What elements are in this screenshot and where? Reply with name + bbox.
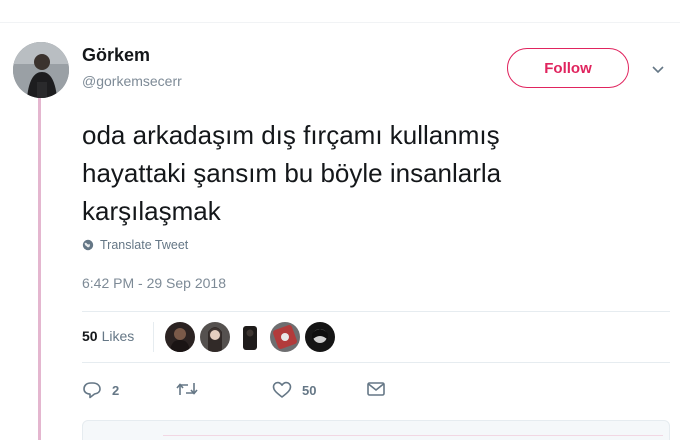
likes-count: 50	[82, 328, 98, 344]
reply-input-box[interactable]	[82, 420, 670, 440]
heart-icon	[272, 381, 292, 398]
avatar[interactable]	[13, 42, 69, 98]
liker-avatar[interactable]	[200, 322, 230, 352]
liker-avatar[interactable]	[235, 322, 265, 352]
follow-button[interactable]: Follow	[507, 48, 629, 88]
stats-top-divider	[82, 311, 670, 312]
reply-icon	[83, 382, 101, 399]
retweet-button[interactable]	[176, 381, 208, 397]
retweet-icon	[176, 383, 198, 395]
like-count: 50	[302, 382, 317, 398]
stats-bottom-divider	[82, 362, 670, 363]
reply-button[interactable]: 2	[82, 381, 119, 399]
translate-tweet-link[interactable]: Translate Tweet	[82, 238, 188, 252]
like-button[interactable]: 50	[272, 381, 316, 399]
stats-separator	[153, 322, 154, 352]
tweet-text: oda arkadaşım dış fırçamı kullanmış haya…	[82, 120, 502, 226]
display-name[interactable]: Görkem	[82, 45, 150, 66]
user-handle[interactable]: @gorkemsecerr	[82, 73, 182, 89]
liker-avatar[interactable]	[165, 322, 195, 352]
liker-avatar[interactable]	[270, 322, 300, 352]
likes-label: Likes	[101, 328, 135, 344]
direct-message-button[interactable]	[366, 381, 396, 397]
envelope-icon	[367, 382, 385, 396]
top-divider	[0, 22, 680, 23]
tweet-page: Görkem @gorkemsecerr Follow oda arkadaşı…	[0, 0, 680, 440]
chevron-down-icon	[652, 66, 664, 74]
tweet-timestamp[interactable]: 6:42 PM - 29 Sep 2018	[82, 275, 226, 291]
globe-icon	[82, 239, 94, 251]
more-options-button[interactable]	[648, 62, 668, 78]
reply-box-accent	[163, 435, 663, 436]
translate-label: Translate Tweet	[100, 238, 189, 252]
reply-count: 2	[112, 382, 120, 398]
liker-avatar[interactable]	[305, 322, 335, 352]
likes-stat[interactable]: 50 Likes	[82, 328, 134, 344]
thread-line	[38, 98, 41, 440]
